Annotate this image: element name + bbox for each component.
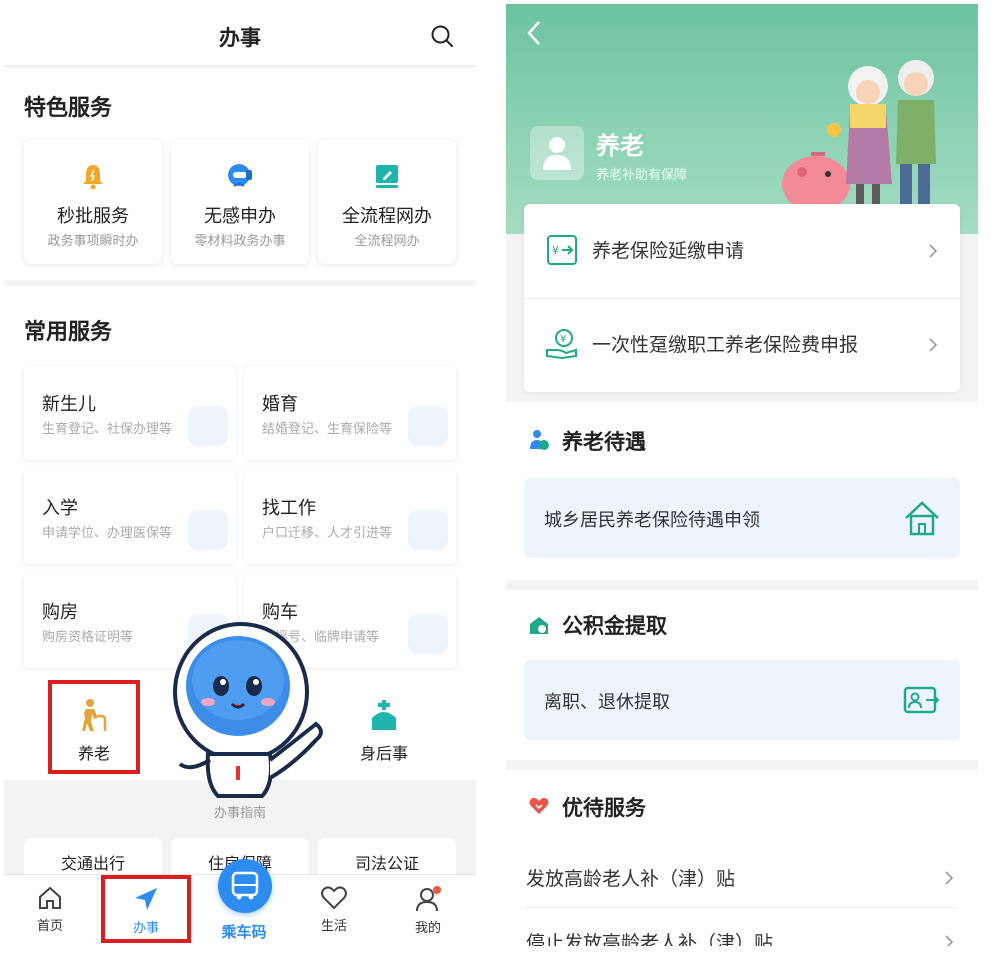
hand-coin-icon: ¥ — [546, 329, 577, 360]
list-item-label: 停止发放高龄老人补（津）贴 — [526, 932, 774, 946]
feature-card-instant-approval[interactable]: 秒批服务 政务事项瞬时办 — [24, 140, 162, 264]
card-resign-retire-withdraw[interactable]: 离职、退休提取 — [524, 660, 960, 740]
chevron-right-icon — [945, 871, 954, 885]
tab-life[interactable]: 生活 — [304, 885, 364, 934]
list-item-stop-senior-allowance[interactable]: 停止发放高龄老人补（津）贴 — [526, 910, 958, 946]
search-icon[interactable] — [430, 24, 454, 48]
section-title: 特色服务 — [24, 96, 113, 121]
row-pension-extension[interactable]: ¥ 养老保险延缴申请 — [524, 204, 960, 298]
row-lump-sum-declaration[interactable]: ¥ 一次性趸缴职工养老保险费申报 — [524, 298, 960, 392]
ride-code-button[interactable] — [218, 859, 272, 913]
decorative-illustration — [408, 614, 448, 654]
id-card-icon — [903, 686, 940, 714]
service-card-marriage[interactable]: 婚育 结婚登记、生育保险等 — [244, 366, 456, 460]
top-bar: 办事 — [4, 4, 476, 66]
card-desc: 户口迁移、人才引进等 — [262, 526, 393, 541]
service-card-school[interactable]: 入学 申请学位、办理医保等 — [24, 470, 236, 564]
section-title: 公积金提取 — [562, 614, 667, 638]
ride-code-label: 乘车码 — [221, 923, 267, 941]
fund-house-icon — [530, 617, 548, 634]
guide-title: 办事指南 — [213, 806, 266, 821]
card-label: 离职、退休提取 — [544, 692, 670, 713]
grid-item-label: 身后事 — [359, 744, 408, 763]
grid-item-funeral[interactable]: 身后事 — [352, 698, 416, 764]
mascot-illustration — [173, 622, 323, 798]
card-desc: 购房资格证明等 — [42, 630, 134, 645]
section-title: 优待服务 — [562, 796, 646, 820]
service-card-newborn[interactable]: 新生儿 生育登记、社保办理等 — [24, 366, 236, 460]
feature-desc: 零材料政务办事 — [194, 234, 286, 249]
card-label: 城乡居民养老保险待遇申领 — [544, 510, 760, 531]
svg-text:¥: ¥ — [552, 244, 559, 257]
person-icon — [543, 137, 571, 170]
decorative-illustration — [408, 406, 448, 446]
chevron-right-icon — [945, 935, 954, 946]
bell-icon — [83, 165, 103, 190]
left-phone-screen: 办事 特色服务 秒批服务 政务事项瞬时办 无感申办 零材料政务办事 全流程网办 … — [4, 4, 476, 946]
face-scan-icon — [228, 164, 252, 187]
bottom-tab-bar: 首页 办事 乘车码 生活 我的 — [4, 859, 476, 946]
memorial-icon — [372, 700, 396, 730]
banner-title: 养老 — [596, 132, 644, 160]
pension-benefits-section: 养老待遇 城乡居民养老保险待遇申领 — [506, 402, 978, 580]
tab-label: 生活 — [320, 919, 347, 934]
section-title: 养老待遇 — [562, 430, 646, 454]
card-name: 找工作 — [262, 498, 316, 519]
feature-name: 无感申办 — [204, 206, 276, 227]
heart-icon — [321, 886, 347, 910]
section-title: 常用服务 — [24, 320, 113, 345]
list-item-label: 发放高龄老人补（津）贴 — [526, 868, 736, 890]
tab-label: 我的 — [414, 921, 441, 936]
highlight-box — [101, 875, 191, 943]
tab-home[interactable]: 首页 — [20, 885, 80, 934]
back-arrow-icon[interactable] — [524, 18, 544, 48]
decorative-illustration — [408, 510, 448, 550]
preferential-services-section: 优待服务 发放高龄老人补（津）贴 停止发放高龄老人补（津）贴 — [506, 770, 978, 946]
card-name: 婚育 — [262, 394, 298, 415]
chevron-right-icon — [929, 244, 938, 258]
heart-hands-icon — [529, 797, 549, 814]
house-icon — [905, 501, 939, 536]
chevron-right-icon — [929, 338, 938, 352]
feature-desc: 全流程网办 — [354, 234, 420, 249]
feature-card-full-online[interactable]: 全流程网办 全流程网办 — [318, 140, 456, 264]
card-name: 入学 — [42, 498, 78, 519]
svg-text:¥: ¥ — [560, 334, 566, 345]
service-card-job[interactable]: 找工作 户口迁移、人才引进等 — [244, 470, 456, 564]
card-name: 新生儿 — [42, 394, 96, 415]
elder-person-icon — [530, 430, 549, 450]
pension-actions-panel: ¥ 养老保险延缴申请 ¥ 一次性趸缴职工养老保险费申报 — [524, 204, 960, 392]
bus-icon — [231, 871, 259, 900]
currency-transfer-icon: ¥ — [547, 235, 577, 265]
card-desc: 结婚登记、生育保险等 — [262, 422, 393, 437]
banner-subtitle: 养老补助有保障 — [596, 168, 688, 183]
edit-screen-icon — [376, 165, 398, 188]
list-item-senior-allowance[interactable]: 发放高龄老人补（津）贴 — [526, 846, 958, 908]
right-phone-screen: 养老 养老补助有保障 ¥ 养老保险延缴申请 ¥ 一次性趸缴职工养老保险费申报 养… — [506, 4, 978, 946]
feature-card-no-sense-apply[interactable]: 无感申办 零材料政务办事 — [171, 140, 309, 264]
card-name: 购房 — [42, 602, 78, 623]
card-pension-claim[interactable]: 城乡居民养老保险待遇申领 — [524, 478, 960, 558]
row-label: 养老保险延缴申请 — [592, 240, 745, 262]
page-title: 办事 — [219, 26, 261, 50]
feature-name: 秒批服务 — [57, 206, 129, 227]
pension-badge — [530, 126, 584, 180]
feature-desc: 政务事项瞬时办 — [47, 234, 139, 249]
tab-label: 首页 — [36, 919, 63, 934]
tab-mine[interactable]: 我的 — [398, 885, 458, 936]
card-desc: 申请学位、办理医保等 — [42, 526, 173, 541]
feature-name: 全流程网办 — [342, 206, 432, 227]
home-icon — [39, 886, 61, 909]
card-desc: 生育登记、社保办理等 — [42, 422, 173, 437]
row-label: 一次性趸缴职工养老保险费申报 — [592, 334, 859, 356]
decorative-illustration — [188, 510, 228, 550]
profile-icon — [416, 886, 441, 912]
highlight-box — [48, 680, 140, 774]
decorative-illustration — [188, 406, 228, 446]
featured-services-section: 特色服务 秒批服务 政务事项瞬时办 无感申办 零材料政务办事 全流程网办 全流程… — [4, 68, 476, 280]
pension-banner: 养老 养老补助有保障 — [506, 4, 978, 234]
housing-fund-section: 公积金提取 离职、退休提取 — [506, 590, 978, 760]
